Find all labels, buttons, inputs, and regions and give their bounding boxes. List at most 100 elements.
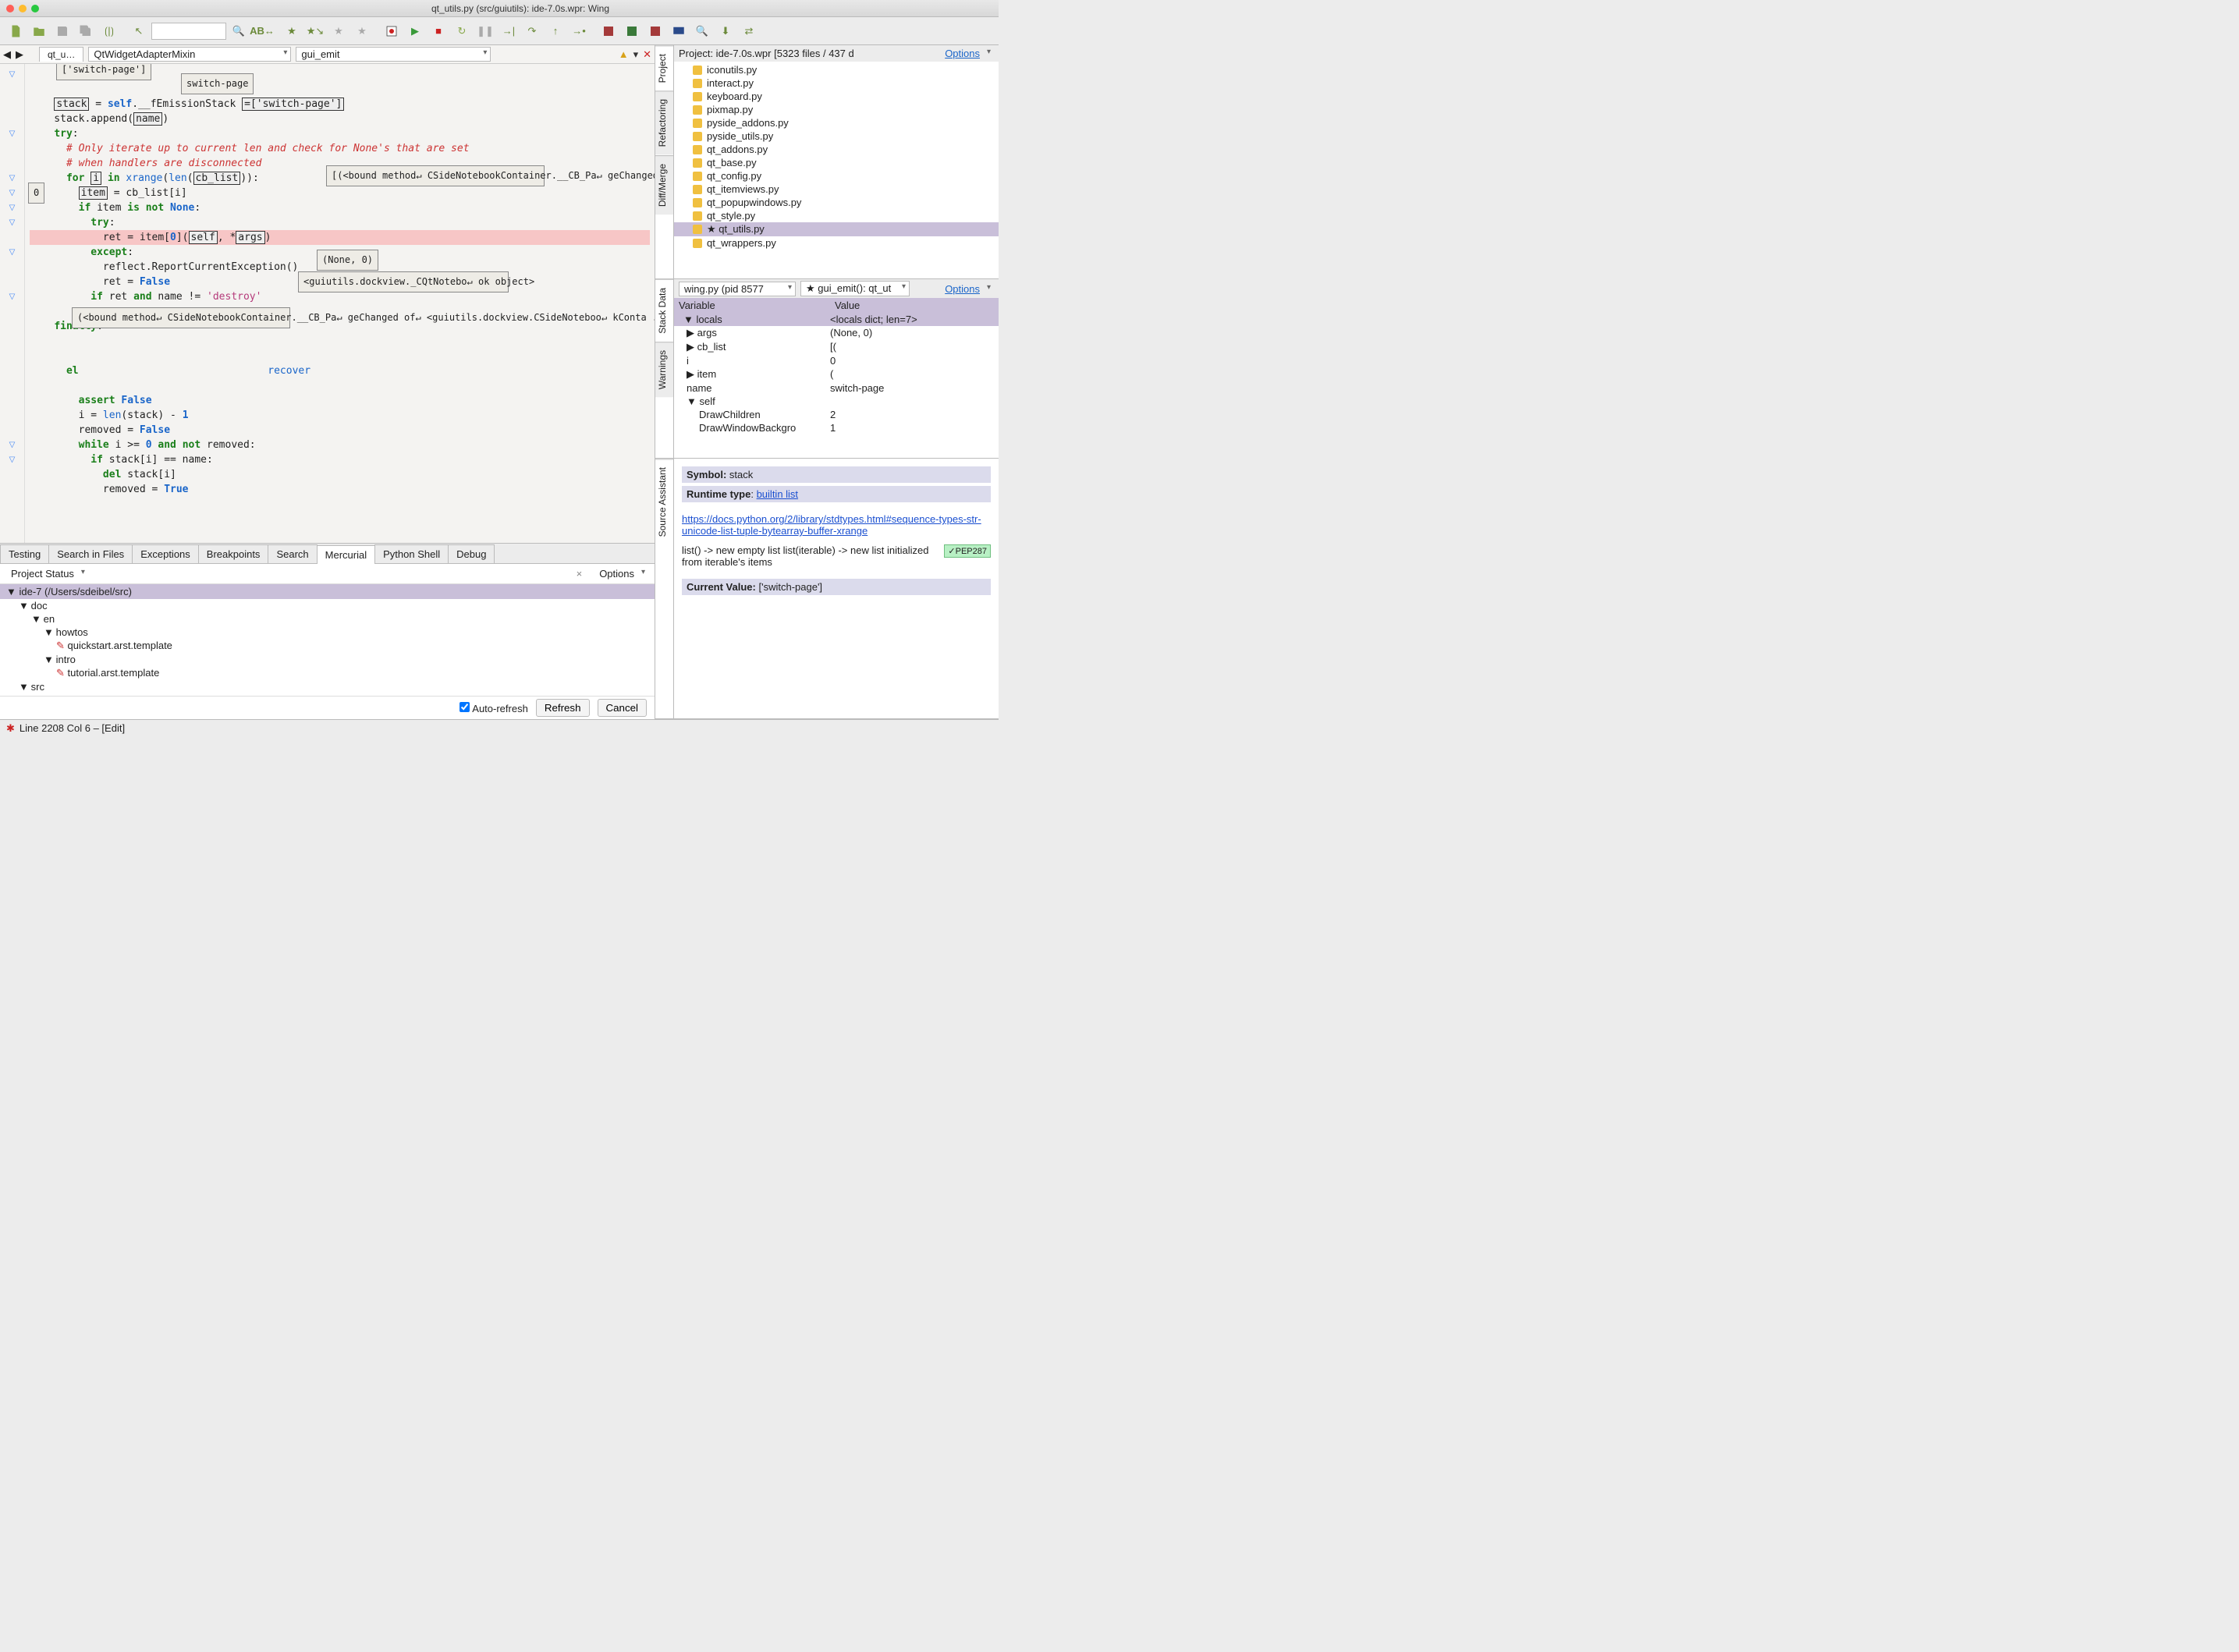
run-to-cursor-button[interactable]: →• [568, 20, 590, 42]
toolbar-search-input[interactable] [151, 23, 226, 40]
stack-variable-row[interactable]: ▶ cb_list[( [674, 340, 999, 354]
vtab-project[interactable]: Project [655, 45, 673, 90]
project-file-item[interactable]: pixmap.py [674, 103, 999, 116]
editor-gutter[interactable]: ▽ ▽ ▽▽▽ ▽▽ ▽ ▽▽ [0, 64, 25, 543]
bookmark-clear-button[interactable]: ★ [351, 20, 373, 42]
tab-python-shell[interactable]: Python Shell [374, 544, 449, 563]
mercurial-repo-root[interactable]: ▼ ide-7 (/Users/sdeibel/src) [0, 584, 655, 599]
project-file-item[interactable]: qt_wrappers.py [674, 236, 999, 250]
minimize-window-icon[interactable] [19, 5, 27, 12]
project-file-item[interactable]: ★ qt_utils.py [674, 222, 999, 236]
project-file-item[interactable]: pyside_addons.py [674, 116, 999, 129]
step-into-button[interactable]: →| [498, 20, 520, 42]
project-options[interactable]: Options [940, 47, 994, 60]
debug-pause-button[interactable]: ❚❚ [474, 20, 496, 42]
debug-run-button[interactable]: ▶ [404, 20, 426, 42]
sync-button[interactable]: ⇄ [738, 20, 760, 42]
bookmark-button[interactable]: ★ [281, 20, 303, 42]
locals-row[interactable]: ▼ locals <locals dict; len=7> [674, 313, 999, 326]
indent-guide-button[interactable]: ⟮|⟯ [98, 20, 120, 42]
tab-testing[interactable]: Testing [0, 544, 49, 563]
stack-variable-row[interactable]: ▶ args(None, 0) [674, 326, 999, 340]
stack-variable-row[interactable]: ▶ item( [674, 367, 999, 381]
dropdown-icon[interactable]: ▾ [633, 48, 639, 61]
stack-variable-row[interactable]: DrawChildren2 [674, 408, 999, 421]
stack-variable-row[interactable]: nameswitch-page [674, 381, 999, 395]
warning-icon[interactable]: ▲ [619, 48, 629, 60]
project-file-item[interactable]: keyboard.py [674, 90, 999, 103]
class-selector[interactable]: QtWidgetAdapterMixin [88, 47, 291, 62]
mercurial-folder-item[interactable]: ▼ intro [0, 653, 655, 666]
new-file-button[interactable] [5, 20, 27, 42]
vtab-stack-data[interactable]: Stack Data [655, 279, 673, 342]
tab-search-in-files[interactable]: Search in Files [48, 544, 133, 563]
project-file-item[interactable]: pyside_utils.py [674, 129, 999, 143]
runtime-type-link[interactable]: builtin list [757, 488, 798, 500]
mercurial-file-item[interactable]: ✎ tutorial.arst.template [0, 666, 655, 680]
auto-refresh-checkbox[interactable]: Auto-refresh [460, 702, 527, 714]
tab-debug[interactable]: Debug [448, 544, 495, 563]
project-file-item[interactable]: qt_base.py [674, 156, 999, 169]
cursor-button[interactable]: ↖ [128, 20, 150, 42]
breakpoint-button[interactable] [381, 20, 403, 42]
process-selector[interactable]: wing.py (pid 8577 [679, 282, 796, 296]
frame-selector[interactable]: ★ gui_emit(): qt_ut [800, 281, 910, 296]
file-tab[interactable]: qt_u… [39, 47, 83, 62]
project-file-item[interactable]: interact.py [674, 76, 999, 90]
bookmark-next-button[interactable]: ★↘ [304, 20, 326, 42]
step-over-button[interactable]: ↷ [521, 20, 543, 42]
zoom-window-icon[interactable] [31, 5, 39, 12]
tab-exceptions[interactable]: Exceptions [132, 544, 199, 563]
download-button[interactable]: ⬇ [715, 20, 736, 42]
project-file-list[interactable]: iconutils.pyinteract.pykeyboard.pypixmap… [674, 62, 999, 251]
doc-url-link[interactable]: https://docs.python.org/2/library/stdtyp… [682, 513, 981, 537]
mercurial-file-item[interactable]: ✎ quickstart.arst.template [0, 639, 655, 653]
mercurial-folder-item[interactable]: ▼ doc [0, 599, 655, 612]
stack-variable-row[interactable]: DrawWindowBackgro1 [674, 421, 999, 434]
vtab-warnings[interactable]: Warnings [655, 342, 673, 397]
symbol-selector[interactable]: gui_emit [296, 47, 491, 62]
tab-mercurial[interactable]: Mercurial [317, 545, 375, 564]
vtab-diff-merge[interactable]: Diff/Merge [655, 155, 673, 214]
mercurial-folder-item[interactable]: ▼ src [0, 680, 655, 693]
monitor-button[interactable] [668, 20, 690, 42]
project-file-item[interactable]: qt_itemviews.py [674, 183, 999, 196]
refresh-button[interactable]: Refresh [536, 699, 590, 717]
stack-variable-row[interactable]: ▼ self [674, 395, 999, 408]
vtab-refactoring[interactable]: Refactoring [655, 90, 673, 154]
extract2-button[interactable] [644, 20, 666, 42]
vtab-source-assistant[interactable]: Source Assistant [655, 459, 673, 544]
project-file-item[interactable]: qt_addons.py [674, 143, 999, 156]
mercurial-folder-item[interactable]: ▼ en [0, 612, 655, 626]
close-window-icon[interactable] [6, 5, 14, 12]
project-file-item[interactable]: iconutils.py [674, 63, 999, 76]
project-file-item[interactable]: qt_config.py [674, 169, 999, 183]
project-file-item[interactable]: qt_style.py [674, 209, 999, 222]
close-panel-icon[interactable]: × [577, 568, 583, 580]
save-all-button[interactable] [75, 20, 97, 42]
cancel-button[interactable]: Cancel [598, 699, 648, 717]
find-button[interactable]: 🔍 [691, 20, 713, 42]
debug-stop-button[interactable]: ■ [428, 20, 449, 42]
nav-back-button[interactable]: ◀ [3, 48, 11, 61]
code-editor[interactable]: return False stack = self.__fEmissionSta… [25, 64, 655, 543]
insert-button[interactable] [598, 20, 619, 42]
project-file-item[interactable]: qt_popupwindows.py [674, 196, 999, 209]
step-out-button[interactable]: ↑ [545, 20, 566, 42]
bookmark-prev-button[interactable]: ★ [328, 20, 350, 42]
tab-breakpoints[interactable]: Breakpoints [198, 544, 269, 563]
save-button[interactable] [51, 20, 73, 42]
bug-icon[interactable]: ✱ [6, 722, 15, 735]
stack-options[interactable]: Options [940, 282, 994, 296]
mercurial-options[interactable]: Options [594, 567, 648, 580]
stack-variable-row[interactable]: i0 [674, 354, 999, 367]
project-status-label[interactable]: Project Status [6, 567, 88, 580]
debug-restart-button[interactable]: ↻ [451, 20, 473, 42]
close-editor-icon[interactable]: ✕ [643, 48, 651, 61]
open-file-button[interactable] [28, 20, 50, 42]
replace-button[interactable]: AB↔ [251, 20, 273, 42]
extract-button[interactable] [621, 20, 643, 42]
nav-forward-button[interactable]: ▶ [16, 48, 23, 61]
mercurial-folder-item[interactable]: ▼ howtos [0, 626, 655, 639]
tab-search[interactable]: Search [268, 544, 317, 563]
